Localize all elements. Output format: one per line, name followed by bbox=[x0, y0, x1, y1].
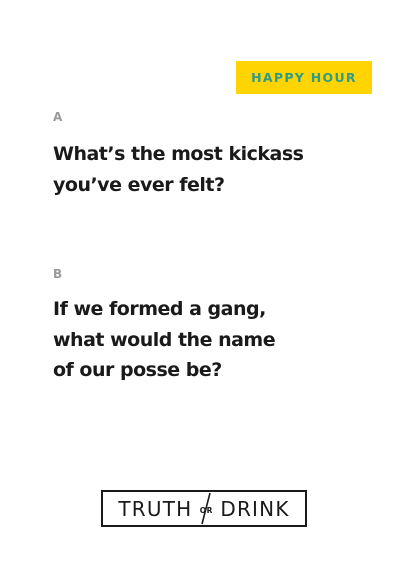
logo-connector: OR bbox=[193, 492, 219, 525]
logo-left-word: TRUTH bbox=[118, 496, 193, 521]
happy-hour-badge: HAPPY HOUR bbox=[236, 61, 372, 94]
question-b-text: If we formed a gang, what would the name… bbox=[53, 298, 276, 381]
question-b-letter: B bbox=[53, 267, 63, 281]
badge-label: HAPPY HOUR bbox=[251, 70, 357, 85]
question-a-letter: A bbox=[53, 110, 63, 124]
question-a-text: What’s the most kickass you’ve ever felt… bbox=[53, 143, 304, 196]
logo-connector-text: OR bbox=[199, 505, 213, 515]
logo-right-word: DRINK bbox=[220, 496, 290, 521]
truth-or-drink-logo: TRUTH OR DRINK bbox=[101, 490, 307, 527]
